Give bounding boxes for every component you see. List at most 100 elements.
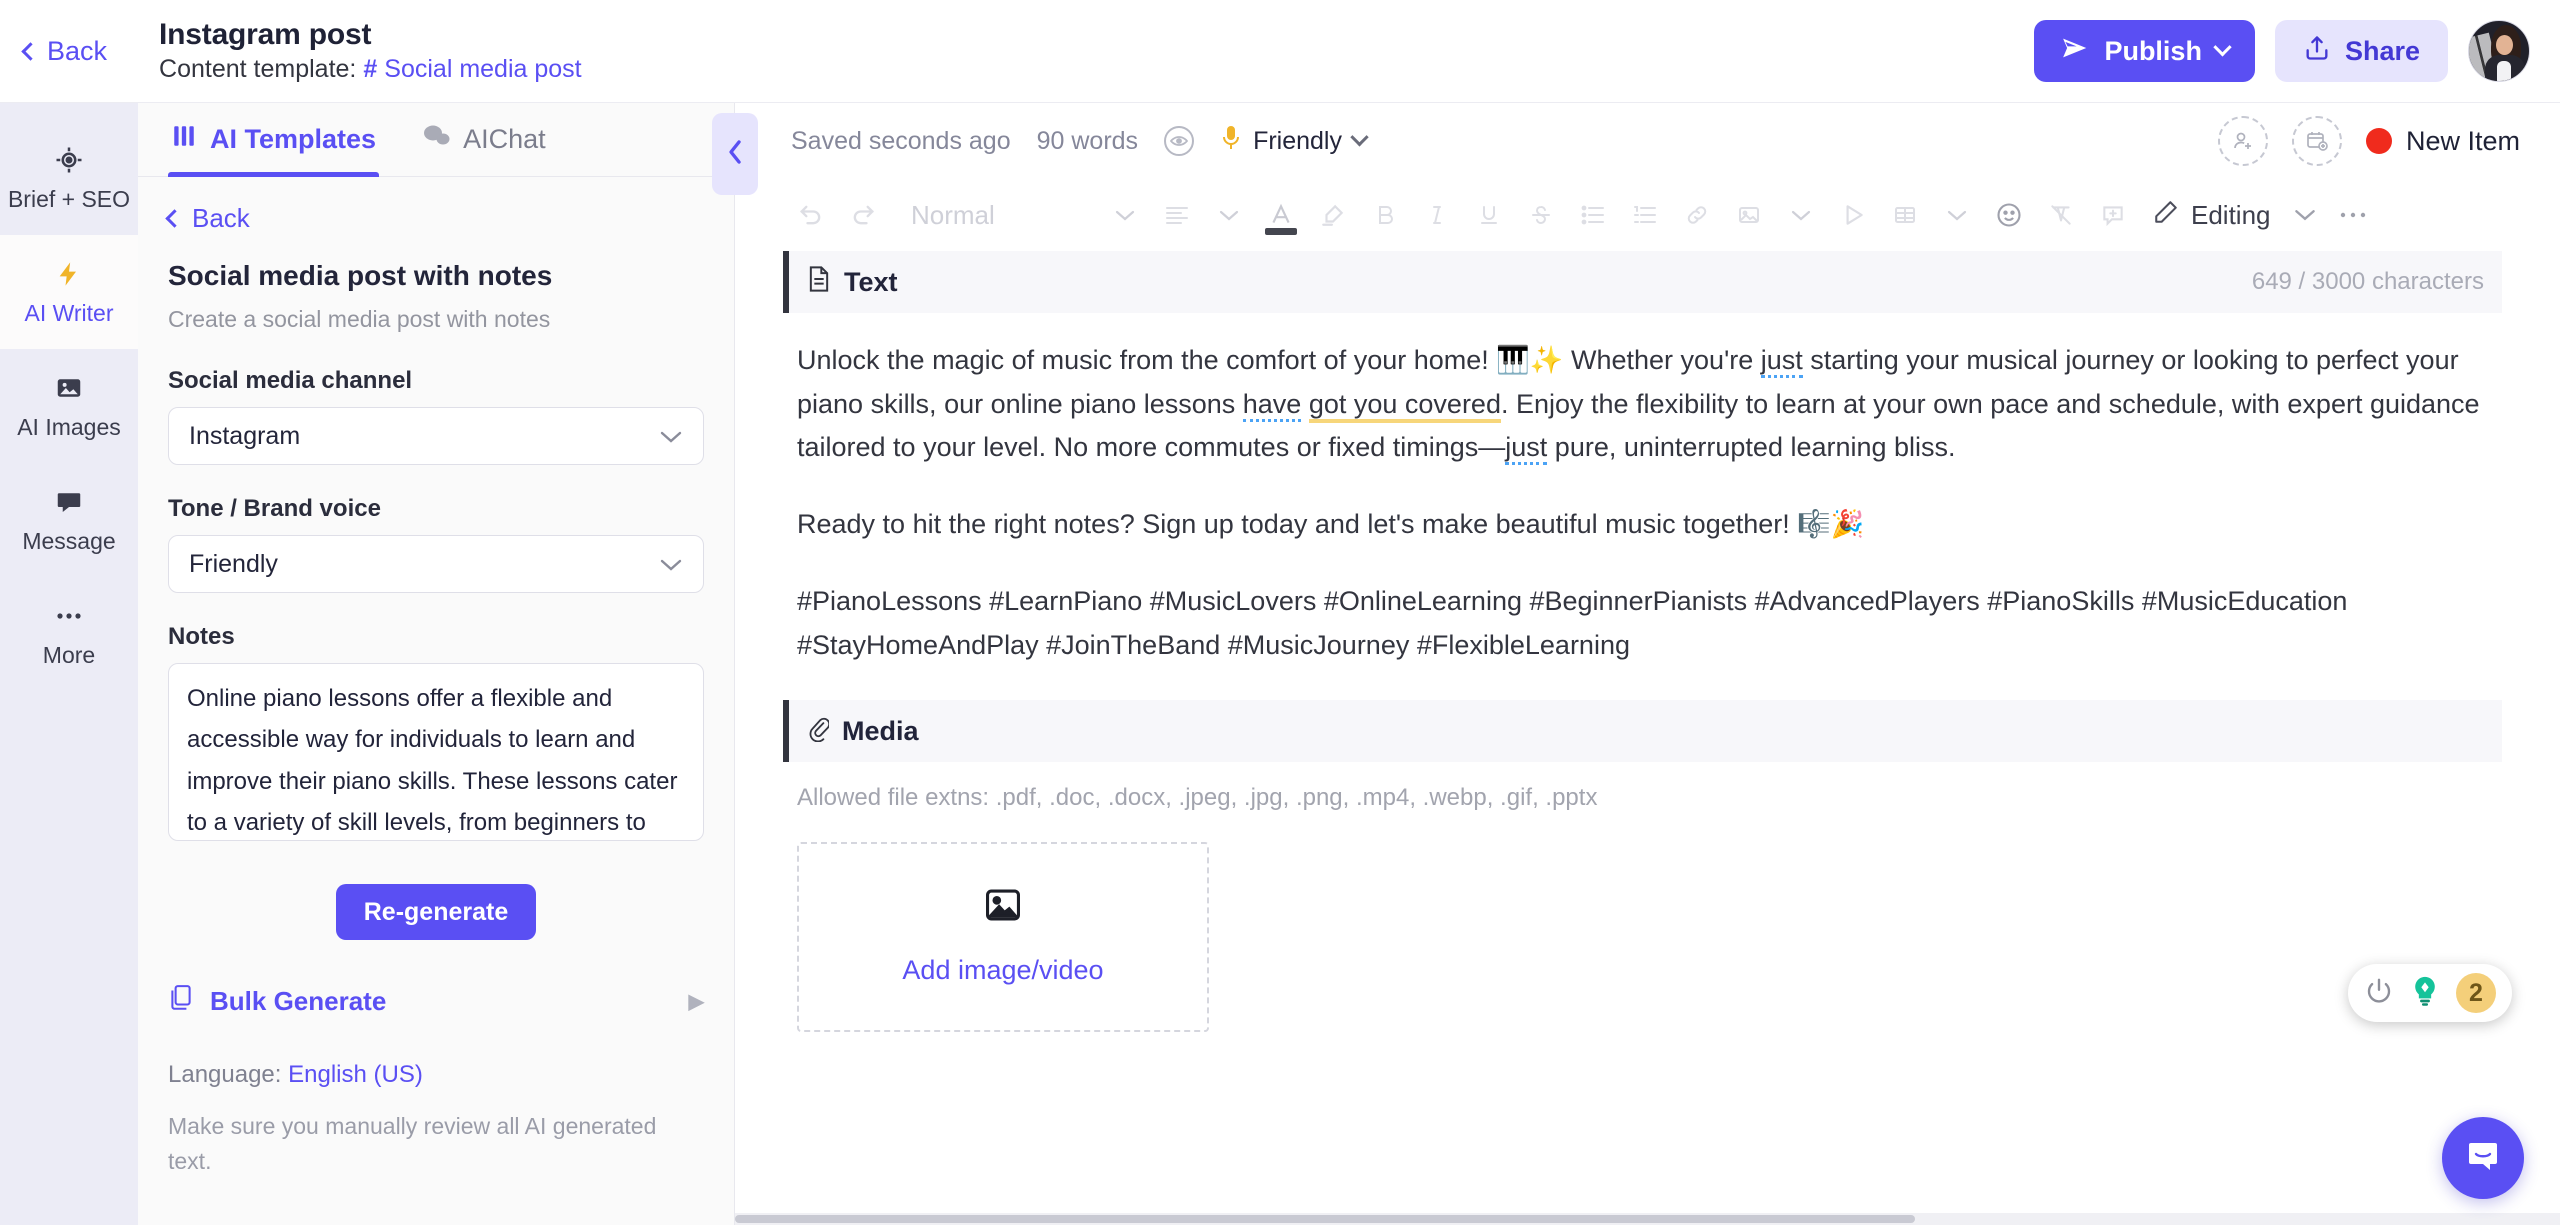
video-play-icon[interactable] [1827, 189, 1879, 241]
status-badge[interactable]: New Item [2365, 125, 2520, 157]
language-value[interactable]: English (US) [288, 1061, 423, 1088]
italic-icon[interactable] [1411, 189, 1463, 241]
undo-icon[interactable] [785, 189, 837, 241]
notes-textarea[interactable] [168, 663, 704, 841]
social-media-channel-select[interactable]: Instagram [168, 407, 704, 465]
editing-mode-label: Editing [2191, 199, 2271, 230]
numbered-list-icon[interactable] [1619, 189, 1671, 241]
document-scroll-area[interactable]: Text 649 / 3000 characters Unlock the ma… [735, 251, 2560, 1225]
image-insert-icon[interactable] [1723, 189, 1775, 241]
send-icon [2060, 33, 2090, 70]
target-icon [54, 143, 84, 177]
lightbulb-icon[interactable] [2410, 975, 2440, 1012]
add-comment-icon[interactable] [2087, 189, 2139, 241]
bullet-list-icon[interactable] [1567, 189, 1619, 241]
table-icon[interactable] [1879, 189, 1931, 241]
tab-label: AIChat [463, 124, 546, 154]
chevron-down-icon [659, 422, 683, 451]
app-root: Back Instagram post Content template: # … [0, 0, 2560, 1225]
regenerate-button[interactable]: Re-generate [335, 884, 537, 940]
document-body[interactable]: Unlock the magic of music from the comfo… [735, 313, 2560, 667]
hash-icon: # [363, 55, 378, 83]
grammarly-widget[interactable]: 2 [2348, 964, 2512, 1022]
channel-field-label: Social media channel [168, 367, 413, 394]
caret-right-icon: ▶ [688, 991, 704, 1013]
image-placeholder-icon [984, 888, 1022, 927]
more-options-icon[interactable] [2327, 189, 2379, 241]
editor-tone-selector[interactable]: Friendly [1220, 124, 1369, 159]
horizontal-scrollbar[interactable] [735, 1213, 2560, 1225]
text-color-icon[interactable] [1255, 189, 1307, 241]
intercom-chat-button[interactable] [2442, 1117, 2524, 1199]
content-template-link[interactable]: Social media post [384, 55, 581, 84]
bulk-generate-button[interactable]: Bulk Generate ▶ [168, 984, 704, 1019]
avatar-shirt [2497, 61, 2511, 81]
add-calendar-icon[interactable] [2291, 116, 2342, 166]
sidebar-item-more[interactable]: More [0, 577, 138, 691]
media-section-title: Media [842, 715, 919, 746]
sidebar-item-ai-images[interactable]: AI Images [0, 349, 138, 463]
top-bar: Back Instagram post Content template: # … [0, 0, 2560, 103]
share-button[interactable]: Share [2274, 20, 2448, 82]
left-rail: Brief + SEO AI Writer AI Images Message [0, 103, 138, 1225]
back-button[interactable]: Back [21, 36, 133, 67]
body-row: Brief + SEO AI Writer AI Images Message [0, 103, 2560, 1225]
intercom-chat-icon [2462, 1135, 2504, 1182]
document-titles: Instagram post Content template: # Socia… [159, 18, 582, 84]
publish-button[interactable]: Publish [2034, 20, 2255, 82]
text-section-title-group: Text [807, 265, 898, 300]
tab-ai-templates[interactable]: AI Templates [168, 103, 380, 177]
strikethrough-icon[interactable] [1515, 189, 1567, 241]
align-left-icon[interactable] [1151, 189, 1203, 241]
media-section-title-group: Media [807, 714, 919, 749]
sidebar-item-brief-seo[interactable]: Brief + SEO [0, 121, 138, 235]
template-description: Create a social media post with notes [168, 306, 551, 332]
emoji-icon[interactable] [1983, 189, 2035, 241]
scrollbar-thumb[interactable] [735, 1215, 1915, 1223]
lightning-icon [55, 257, 83, 291]
paragraph-3: #PianoLessons #LearnPiano #MusicLovers #… [797, 585, 2348, 660]
link-icon[interactable] [1671, 189, 1723, 241]
user-avatar[interactable] [2468, 20, 2530, 82]
highlighter-icon[interactable] [1307, 189, 1359, 241]
chevron-down-icon[interactable] [1931, 189, 1983, 241]
tone-selected-value: Friendly [189, 549, 278, 578]
panel-back-button[interactable]: Back [165, 203, 704, 234]
eye-icon[interactable] [1164, 126, 1195, 156]
sidebar-item-label: Message [22, 528, 116, 554]
tab-aichat[interactable]: AIChat [419, 103, 549, 176]
chevron-down-icon[interactable] [2213, 37, 2232, 56]
editing-mode-button[interactable]: Editing [2153, 189, 2327, 241]
underline-icon[interactable] [1463, 189, 1515, 241]
chevron-down-icon[interactable] [1775, 189, 1827, 241]
chevron-down-icon[interactable] [1203, 189, 1255, 241]
status-badge-label: New Item [2405, 125, 2520, 156]
status-dot-icon [2365, 128, 2392, 154]
add-user-icon[interactable] [2217, 116, 2268, 166]
add-media-label: Add image/video [902, 955, 1104, 986]
bold-icon[interactable] [1359, 189, 1411, 241]
tone-brand-voice-select[interactable]: Friendly [168, 535, 704, 593]
pencil-icon [2153, 199, 2179, 232]
language-row: Language: English (US) [168, 1061, 704, 1089]
add-media-dropzone[interactable]: Add image/video [797, 842, 1209, 1033]
word-count: 90 words [1036, 126, 1139, 155]
paragraph-style-select[interactable]: Normal [899, 189, 1151, 241]
notes-field-label: Notes [168, 623, 235, 650]
sidebar-item-ai-writer[interactable]: AI Writer [0, 235, 138, 349]
sidebar-item-message[interactable]: Message [0, 463, 138, 577]
power-icon[interactable] [2364, 976, 2394, 1011]
redo-icon[interactable] [837, 189, 889, 241]
chevron-down-icon [1350, 127, 1369, 146]
chat-bubbles-icon [422, 123, 450, 156]
allowed-extensions-note: Allowed file extns: .pdf, .doc, .docx, .… [797, 784, 1598, 812]
collapse-panel-button[interactable] [712, 113, 758, 195]
paragraph-2: Ready to hit the right notes? Sign up to… [797, 509, 1865, 540]
content-template-row: Content template: # Social media post [159, 55, 582, 84]
grammarly-suggestion-count[interactable]: 2 [2456, 973, 2496, 1013]
clear-formatting-icon[interactable] [2035, 189, 2087, 241]
paragraph-style-value: Normal [911, 199, 995, 230]
ai-disclaimer: Make sure you manually review all AI gen… [168, 1113, 657, 1174]
copy-documents-icon [168, 984, 194, 1019]
content-template-label: Content template: [159, 55, 357, 83]
